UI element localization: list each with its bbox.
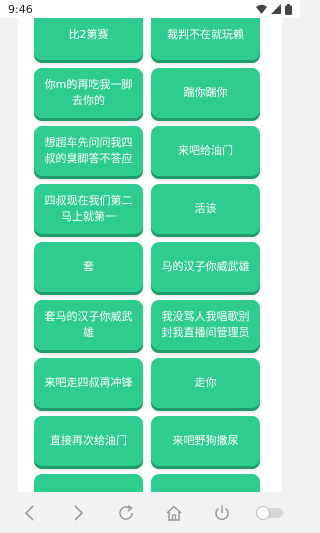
refresh-button[interactable] [111, 498, 141, 528]
battery-icon [285, 3, 292, 15]
button-grid: 比2第赛 裁判不在就玩赖 你m的再吃我一脚去你的 踹你踹你 想超车先问问我四叔的… [34, 18, 260, 492]
sound-button[interactable]: 来吧野狗撒尿 [151, 416, 260, 466]
sound-button[interactable]: 来吧走四叔再冲锋 [34, 358, 143, 408]
signal-icon [271, 4, 281, 14]
sound-button[interactable]: 来吧给油门 [151, 126, 260, 176]
sound-button[interactable]: 走你 [151, 358, 260, 408]
sound-button[interactable] [34, 474, 143, 492]
forward-icon [74, 504, 84, 521]
sound-button[interactable]: 我没骂人我唱歌别封我直播间管理员 [151, 300, 260, 350]
status-icons [256, 3, 292, 15]
wifi-icon [256, 4, 267, 14]
sound-button[interactable]: 马的汉子你威武雄 [151, 242, 260, 292]
toggle-icon [256, 505, 283, 520]
power-icon [215, 505, 229, 520]
status-time: 9:46 [8, 2, 33, 16]
toggle-switch[interactable] [255, 498, 285, 528]
sound-button[interactable]: 套 [34, 242, 143, 292]
home-button[interactable] [159, 498, 189, 528]
sound-button[interactable]: 踹你踹你 [151, 68, 260, 118]
sound-button[interactable]: 想超车先问问我四叔的臭脚答不答应 [34, 126, 143, 176]
bottom-nav-bar [0, 492, 300, 533]
home-icon [166, 504, 182, 521]
sound-button[interactable]: 活该 [151, 184, 260, 234]
content-area: 比2第赛 裁判不在就玩赖 你m的再吃我一脚去你的 踹你踹你 想超车先问问我四叔的… [18, 18, 282, 492]
power-button[interactable] [207, 498, 237, 528]
sound-button[interactable]: 你m的再吃我一脚去你的 [34, 68, 143, 118]
sound-button[interactable]: 裁判不在就玩赖 [151, 18, 260, 60]
status-bar: 9:46 [0, 0, 300, 18]
sound-button[interactable]: 直接再次给油门 [34, 416, 143, 466]
back-button[interactable] [15, 498, 45, 528]
sound-button[interactable] [151, 474, 260, 492]
sound-button[interactable]: 四叔现在我们第二马上就第一 [34, 184, 143, 234]
back-icon [24, 504, 34, 521]
refresh-icon [119, 504, 133, 520]
sound-button[interactable]: 比2第赛 [34, 18, 143, 60]
sound-button[interactable]: 套马的汉子你威武雄 [34, 300, 143, 350]
forward-button[interactable] [63, 498, 93, 528]
